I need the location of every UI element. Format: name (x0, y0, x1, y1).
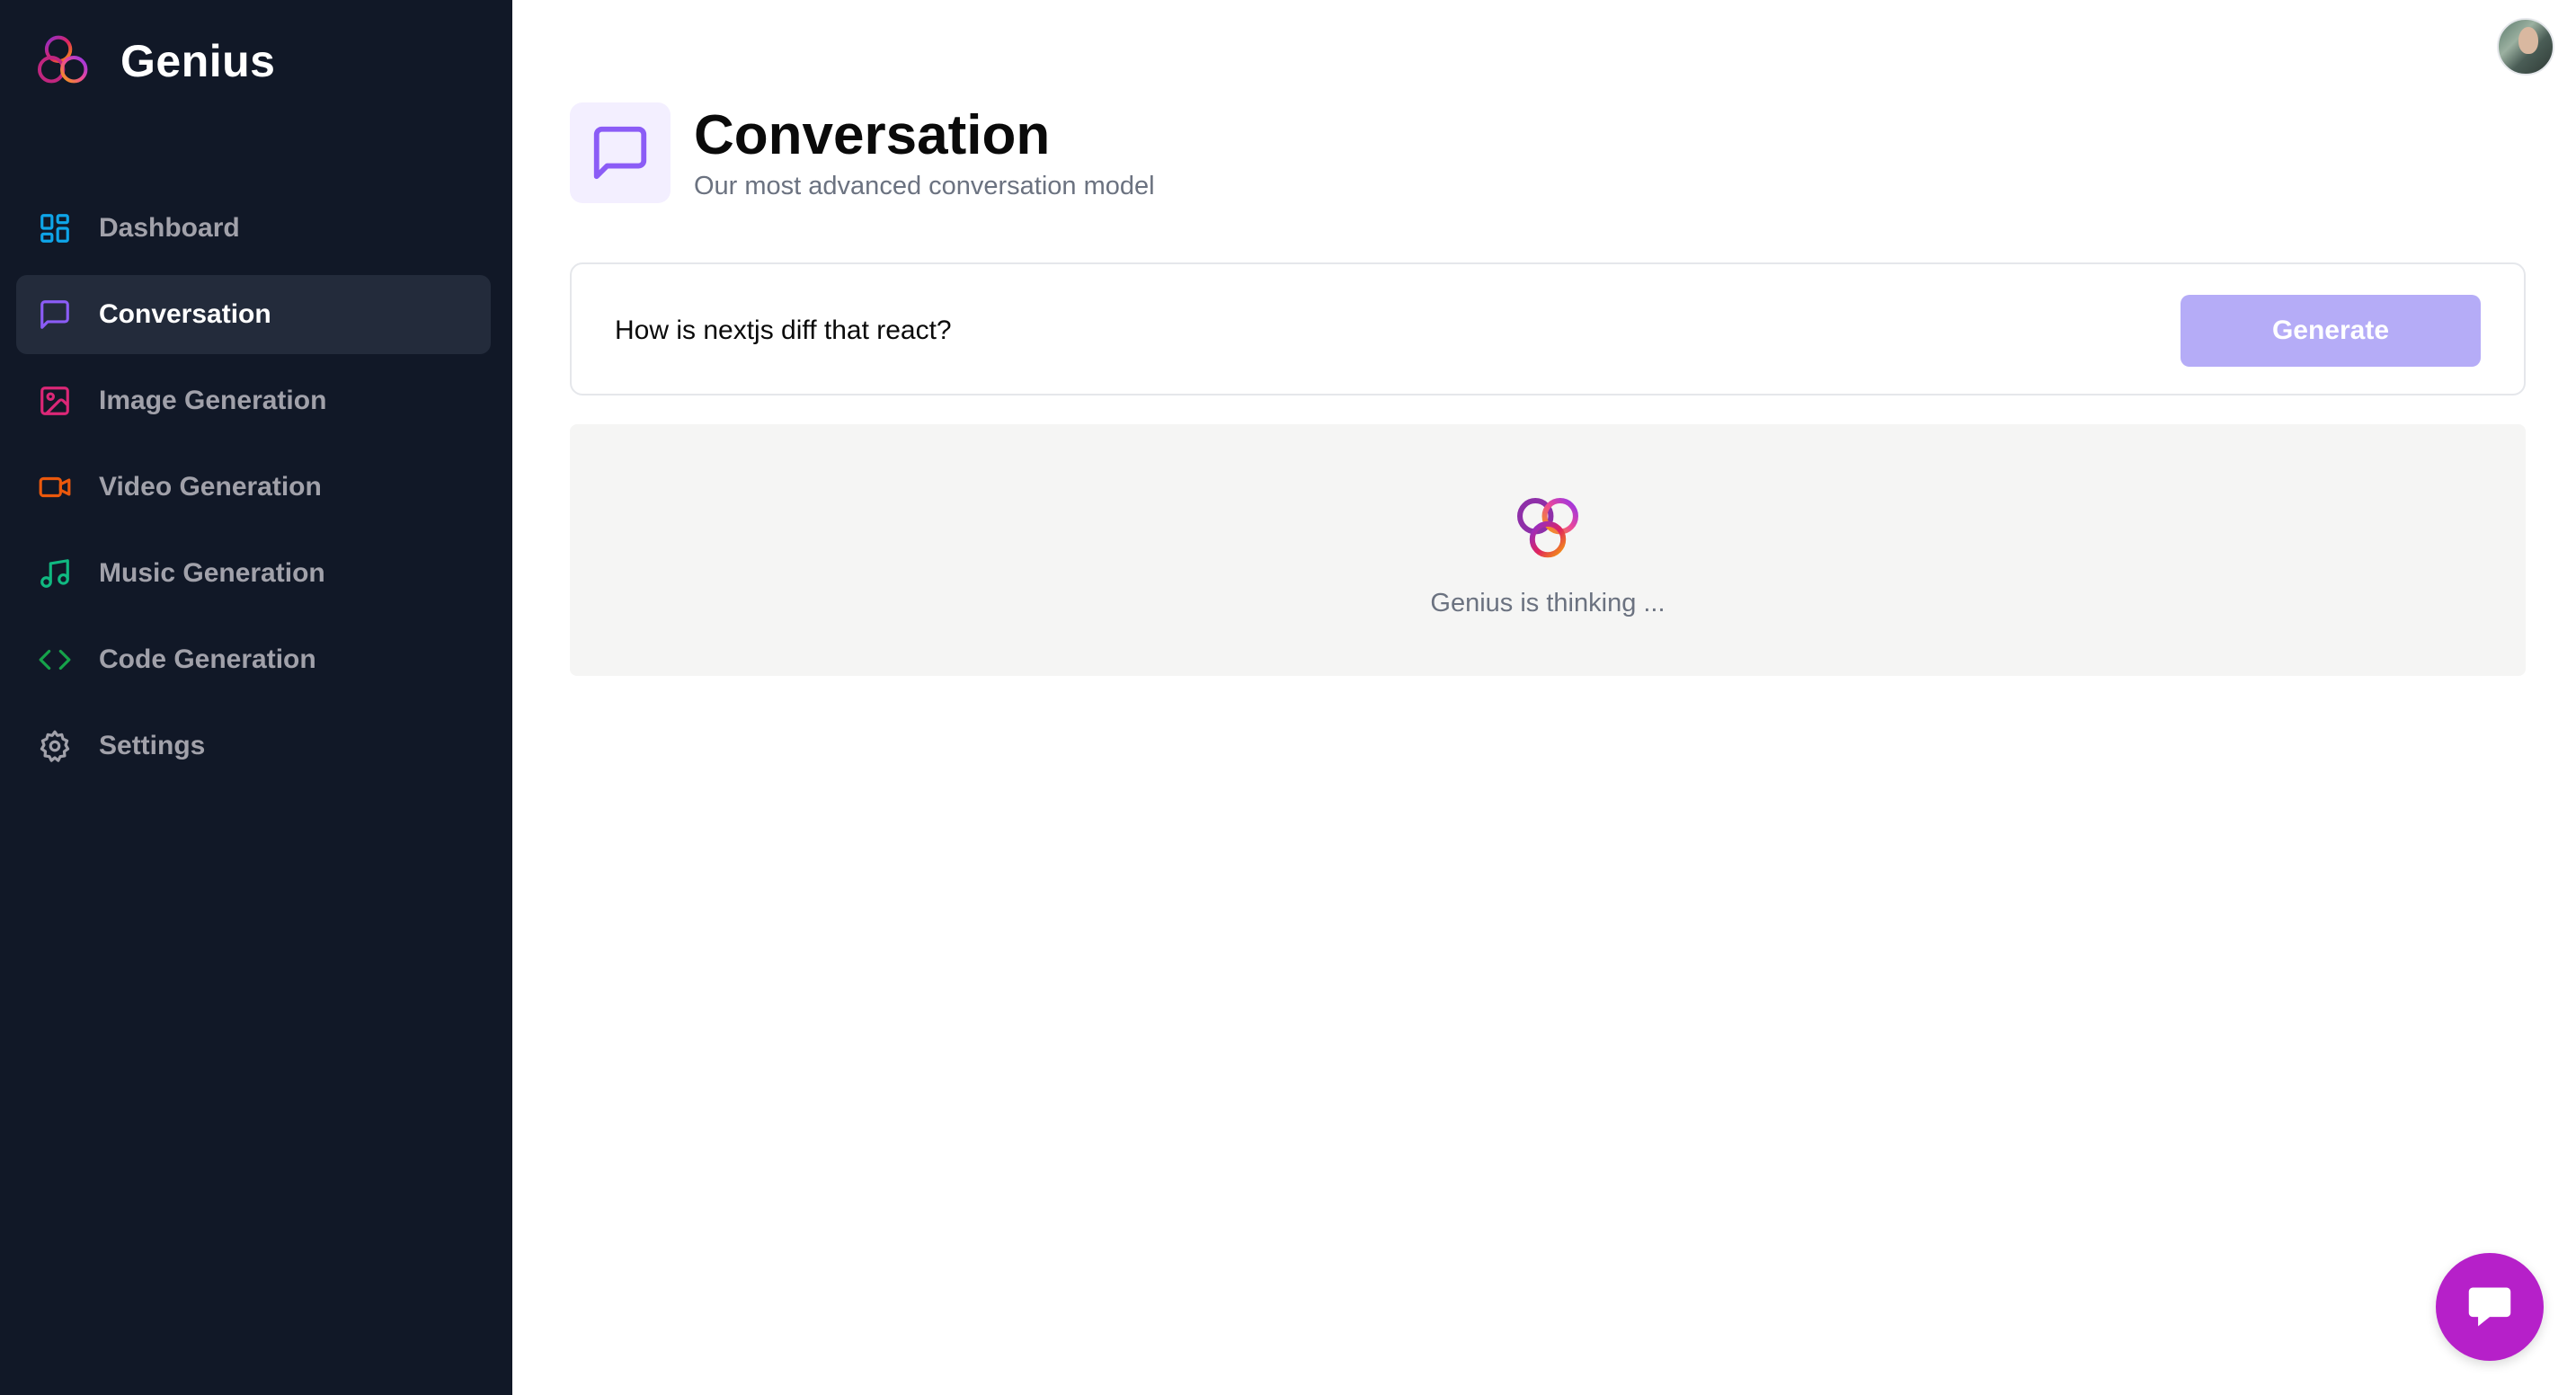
sidebar-item-label: Conversation (99, 299, 271, 329)
generate-button[interactable]: Generate (2181, 295, 2481, 367)
sidebar-item-image-generation[interactable]: Image Generation (16, 361, 491, 440)
code-icon (38, 643, 72, 677)
sidebar-item-label: Image Generation (99, 386, 327, 415)
sidebar-item-label: Music Generation (99, 558, 325, 588)
main-content: Conversation Our most advanced conversat… (512, 0, 2576, 1395)
loader-text: Genius is thinking ... (1430, 588, 1666, 618)
sidebar-nav: Dashboard Conversation Image Generation … (16, 189, 491, 793)
chat-bubble-icon (2468, 1287, 2511, 1327)
sidebar-item-conversation[interactable]: Conversation (16, 275, 491, 354)
sidebar-item-video-generation[interactable]: Video Generation (16, 448, 491, 527)
prompt-input[interactable] (615, 304, 2143, 358)
video-icon (38, 470, 72, 504)
sidebar-item-settings[interactable]: Settings (16, 706, 491, 786)
message-square-icon (593, 126, 647, 180)
layout-dashboard-icon (38, 211, 72, 245)
sidebar-item-dashboard[interactable]: Dashboard (16, 189, 491, 268)
app-root: Genius Dashboard Conversation Image Gene… (0, 0, 2576, 1395)
brand-name: Genius (120, 36, 276, 86)
sidebar-item-label: Code Generation (99, 644, 316, 674)
chat-support-button[interactable] (2436, 1253, 2544, 1361)
page-heading: Conversation Our most advanced conversat… (570, 102, 1155, 203)
message-square-icon (38, 298, 72, 332)
sidebar-item-label: Dashboard (99, 213, 240, 243)
sidebar-item-label: Settings (99, 731, 206, 760)
settings-icon (38, 729, 72, 763)
prompt-form: Generate (570, 262, 2526, 395)
sidebar-item-code-generation[interactable]: Code Generation (16, 620, 491, 699)
page-subtitle: Our most advanced conversation model (694, 172, 1155, 200)
sidebar-item-music-generation[interactable]: Music Generation (16, 534, 491, 613)
sidebar: Genius Dashboard Conversation Image Gene… (0, 0, 512, 1395)
sidebar-item-label: Video Generation (99, 472, 322, 502)
genius-logo-icon (1517, 497, 1578, 557)
image-icon (38, 384, 72, 418)
page-title: Conversation (694, 104, 1051, 166)
music-icon (38, 556, 72, 591)
brand-logo-link[interactable]: Genius (36, 32, 275, 90)
heading-icon-box (570, 102, 671, 203)
loader-panel: Genius is thinking ... (570, 424, 2526, 676)
user-avatar[interactable] (2497, 18, 2554, 76)
genius-logo-icon (37, 35, 88, 84)
